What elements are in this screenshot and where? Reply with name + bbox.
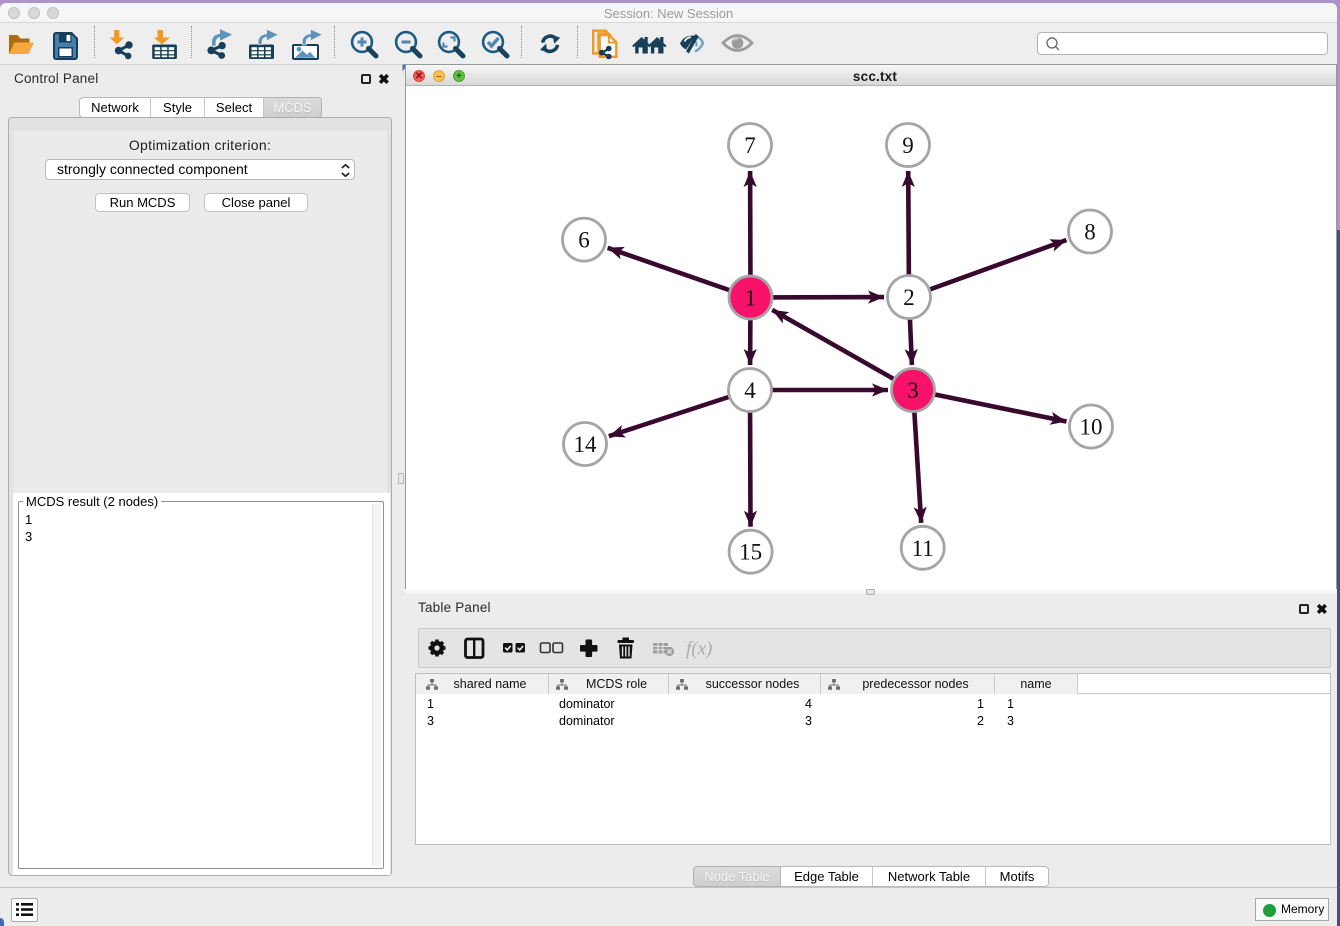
svg-text:10: 10 <box>1080 415 1103 440</box>
svg-text:3: 3 <box>907 378 919 403</box>
svg-text:1: 1 <box>745 286 757 311</box>
svg-text:15: 15 <box>739 540 762 565</box>
svg-text:11: 11 <box>912 536 934 561</box>
svg-text:8: 8 <box>1084 220 1096 245</box>
svg-text:2: 2 <box>903 285 915 310</box>
svg-text:9: 9 <box>902 133 914 158</box>
svg-text:6: 6 <box>578 228 590 253</box>
svg-text:f(x): f(x) <box>686 639 712 660</box>
svg-text:4: 4 <box>744 378 756 403</box>
svg-text:7: 7 <box>744 133 756 158</box>
svg-text:14: 14 <box>574 432 598 457</box>
